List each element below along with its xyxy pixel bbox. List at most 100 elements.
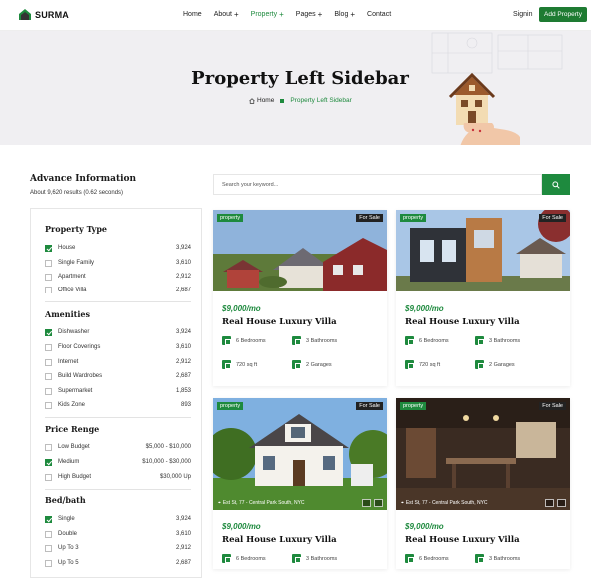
option-count: $30,000 Up	[159, 474, 191, 480]
feature-text: 6 Bedrooms	[236, 555, 266, 562]
checkbox[interactable]	[45, 544, 52, 552]
checkbox[interactable]	[45, 358, 52, 366]
nav-item-property[interactable]: Property +	[251, 11, 284, 19]
breadcrumb: Home Property Left Sidebar	[249, 97, 352, 104]
property-title[interactable]: Real House Luxury Villa	[222, 317, 337, 327]
property-title[interactable]: Real House Luxury Villa	[405, 317, 520, 327]
feature-garages: 2 Garages	[292, 360, 332, 369]
property-price: $9,000/mo	[405, 304, 444, 313]
filter-option[interactable]: House 3,924	[45, 243, 191, 253]
breadcrumb-home[interactable]: Home	[249, 97, 274, 104]
filter-option[interactable]: Dishwasher 3,924	[45, 327, 191, 337]
filter-option[interactable]: Internet 2,912	[45, 357, 191, 367]
search-input[interactable]: Search your keyword...	[213, 174, 542, 195]
gallery-icon[interactable]	[557, 499, 566, 507]
property-address: ⌖ Est St, 77 - Central Park South, NYC	[401, 500, 488, 506]
checkbox[interactable]	[45, 401, 52, 409]
bath-icon	[292, 554, 301, 563]
checkbox[interactable]	[45, 515, 52, 523]
filter-option[interactable]: Floor Coverings 3,610	[45, 342, 191, 352]
feature-text: 720 sq ft	[419, 361, 441, 368]
nav-item-home[interactable]: Home	[183, 11, 202, 18]
filter-option[interactable]: Up To 5 2,687	[45, 558, 191, 568]
filter-option[interactable]: Kids Zone 893	[45, 400, 191, 410]
property-title[interactable]: Real House Luxury Villa	[405, 535, 520, 545]
nav-item-about[interactable]: About +	[214, 10, 239, 19]
filter-option[interactable]: Office Villa 2,687	[45, 287, 191, 293]
option-label: Up To 5	[58, 560, 79, 566]
property-type-title: Property Type	[45, 224, 107, 234]
plus-icon: +	[233, 10, 239, 19]
filter-option[interactable]: High Budget $30,000 Up	[45, 472, 191, 482]
option-count: 2,912	[175, 359, 191, 365]
breadcrumb-home-label: Home	[257, 97, 275, 104]
feature-bathrooms: 3 Bathrooms	[475, 336, 520, 345]
checkbox[interactable]	[45, 287, 52, 293]
feature-bedrooms: 6 Bedrooms	[222, 554, 266, 563]
area-icon	[222, 360, 231, 369]
checkbox[interactable]	[45, 559, 52, 567]
price-range-title: Price Renge	[45, 424, 100, 434]
filter-option[interactable]: Single 3,924	[45, 514, 191, 524]
status-badge: For Sale	[539, 402, 566, 410]
gallery-icon[interactable]	[374, 499, 383, 507]
search-button[interactable]	[542, 174, 570, 195]
option-label: Medium	[58, 459, 80, 465]
property-image[interactable]: property For Sale	[213, 210, 387, 291]
feature-bedrooms: 6 Bedrooms	[405, 336, 449, 345]
filter-option[interactable]: Low Budget $5,000 - $10,000	[45, 442, 191, 452]
nav-item-blog[interactable]: Blog +	[334, 11, 355, 19]
bath-icon	[475, 336, 484, 345]
nav-item-contact[interactable]: Contact	[367, 11, 391, 18]
checkbox[interactable]	[45, 244, 52, 252]
nav-item-pages[interactable]: Pages +	[296, 11, 323, 19]
filter-option[interactable]: Supermarket 1,853	[45, 386, 191, 396]
brand-logo[interactable]: SURMA	[19, 9, 69, 20]
feature-bedrooms: 6 Bedrooms	[405, 554, 449, 563]
bed-icon	[405, 554, 414, 563]
signin-link[interactable]: Signin	[513, 11, 532, 18]
property-card[interactable]: property For Sale ⌖ Est St, 77 - Central …	[396, 398, 570, 569]
advance-info-title: Advance Information	[30, 174, 137, 184]
property-address: ⌖ Est St, 77 - Central Park South, NYC	[218, 500, 305, 506]
property-card[interactable]: property For Sale $9,000/mo Real House L…	[396, 210, 570, 386]
property-price: $9,000/mo	[405, 522, 444, 531]
video-icon[interactable]	[362, 499, 371, 507]
checkbox[interactable]	[45, 328, 52, 336]
area-icon	[405, 360, 414, 369]
option-count: 3,924	[175, 516, 191, 522]
nav-label: Home	[183, 11, 202, 18]
checkbox[interactable]	[45, 259, 52, 267]
checkbox[interactable]	[45, 458, 52, 466]
option-label: Double	[58, 531, 78, 537]
search-icon	[552, 180, 560, 189]
checkbox[interactable]	[45, 387, 52, 395]
property-image[interactable]: property For Sale	[396, 210, 570, 291]
checkbox[interactable]	[45, 530, 52, 538]
property-tag: property	[400, 402, 427, 410]
video-icon[interactable]	[545, 499, 554, 507]
checkbox[interactable]	[45, 343, 52, 351]
property-title[interactable]: Real House Luxury Villa	[222, 535, 337, 545]
add-property-button[interactable]: Add Property	[539, 7, 587, 22]
property-price: $9,000/mo	[222, 304, 261, 313]
property-card[interactable]: property For Sale $9,000/mo Real House L…	[213, 210, 387, 386]
filter-option[interactable]: Single Family 3,610	[45, 258, 191, 268]
property-card[interactable]: property For Sale ⌖ Est St, 77 - Central …	[213, 398, 387, 569]
checkbox[interactable]	[45, 473, 52, 481]
filter-option[interactable]: Build Wardrobes 2,687	[45, 371, 191, 381]
feature-text: 2 Garages	[306, 361, 332, 368]
checkbox[interactable]	[45, 443, 52, 451]
property-image[interactable]: property For Sale ⌖ Est St, 77 - Central …	[213, 398, 387, 510]
checkbox[interactable]	[45, 273, 52, 281]
property-image[interactable]: property For Sale ⌖ Est St, 77 - Central …	[396, 398, 570, 510]
option-label: Internet	[58, 359, 79, 365]
filter-option[interactable]: Double 3,610	[45, 529, 191, 539]
filter-option[interactable]: Up To 3 2,912	[45, 543, 191, 553]
feature-garages: 2 Garages	[475, 360, 515, 369]
filter-option[interactable]: Medium $10,000 - $30,000	[45, 457, 191, 467]
filter-option[interactable]: Apartment 2,912	[45, 272, 191, 282]
status-badge: For Sale	[356, 214, 383, 222]
checkbox[interactable]	[45, 372, 52, 380]
option-count: 2,912	[175, 545, 191, 551]
